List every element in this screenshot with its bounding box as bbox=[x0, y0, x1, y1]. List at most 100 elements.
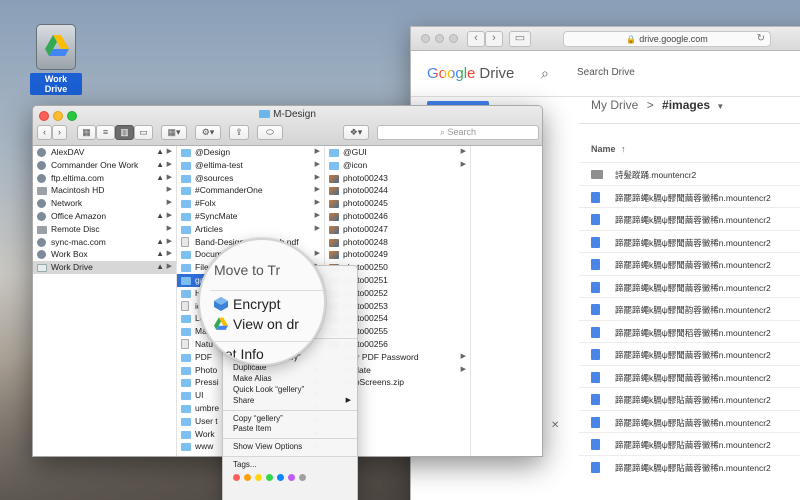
forward-icon[interactable]: › bbox=[52, 125, 67, 140]
menu-item-show-view-options[interactable]: Show View Options bbox=[223, 442, 357, 453]
menu-item-move-to-trash[interactable]: Move to Tr bbox=[214, 262, 280, 278]
table-row[interactable]: 蹄罷蹄蠅k膈ψ髎貼繭蓉黴稀n.mountencr2 bbox=[579, 409, 800, 433]
tag-color-dot[interactable] bbox=[288, 473, 295, 481]
menu-item[interactable]: Quick Look “gellery” bbox=[223, 385, 357, 396]
table-row[interactable]: 蹄罷蹄蠅k膈ψ髎聞繭蓉黴稀n.mountencr2 bbox=[579, 252, 800, 275]
tag-color-dot[interactable] bbox=[299, 473, 306, 481]
menu-item[interactable]: Duplicate bbox=[223, 363, 357, 374]
share-icon[interactable]: ⇪ bbox=[229, 125, 249, 140]
tag-color-dot[interactable] bbox=[255, 473, 262, 481]
sidebar-item[interactable]: ftp.eltima.com ▲ ▶ bbox=[33, 172, 176, 185]
breadcrumb-current[interactable]: #images bbox=[662, 98, 710, 112]
list-item[interactable]: photo00247 bbox=[325, 223, 470, 236]
minimize-button[interactable] bbox=[435, 34, 444, 43]
arrange-icon[interactable]: ▦▾ bbox=[161, 125, 187, 140]
back-icon[interactable]: ‹ bbox=[37, 125, 52, 140]
search-icon[interactable]: ⌕ bbox=[541, 65, 549, 82]
list-item[interactable]: #CommanderOne ▶ bbox=[177, 184, 324, 197]
list-item[interactable]: photo00245 bbox=[325, 197, 470, 210]
gallery-view-icon[interactable]: ▭ bbox=[134, 125, 153, 140]
folder-icon bbox=[181, 315, 191, 324]
menu-item-get-info[interactable]: Get Info bbox=[214, 346, 264, 362]
list-view-icon[interactable]: ≡ bbox=[96, 125, 115, 140]
menu-item[interactable]: Copy “gellery” bbox=[223, 414, 357, 425]
table-row[interactable]: 蹄罷蹄蠅k膈ψ髎聞繭蓉黴稀n.mountencr2 bbox=[579, 184, 800, 208]
eject-icon[interactable]: ▲ bbox=[156, 159, 164, 172]
sidebar-item[interactable]: Network ▶ bbox=[33, 197, 176, 210]
desktop-work-drive-icon[interactable]: Work Drive bbox=[30, 24, 82, 95]
gear-icon[interactable]: ⚙▾ bbox=[195, 125, 221, 140]
back-icon[interactable]: ‹ bbox=[467, 31, 485, 47]
list-item[interactable]: photo00244 bbox=[325, 184, 470, 197]
tag-icon[interactable]: ⬭ bbox=[257, 125, 283, 140]
search-input[interactable]: ⌕ Search bbox=[377, 125, 539, 140]
tag-color-dot[interactable] bbox=[233, 473, 240, 481]
photo-thumbnail-icon bbox=[329, 187, 339, 196]
list-item[interactable]: photo00243 bbox=[325, 172, 470, 185]
sidebar-item[interactable]: sync-mac.com ▲ ▶ bbox=[33, 236, 176, 249]
forward-icon[interactable]: › bbox=[485, 31, 503, 47]
table-row[interactable]: 蹄罷蹄蠅k膈ψ髎聞繭蓉黴稀n.mountencr2 bbox=[579, 364, 800, 388]
table-row[interactable]: 蹄罷蹄蠅k膈ψ髎聞繭蓉黴稀n.mountencr2 bbox=[579, 274, 800, 298]
list-item[interactable]: @Design ▶ bbox=[177, 146, 324, 159]
eject-icon[interactable]: ▲ bbox=[156, 146, 164, 159]
menu-item[interactable]: Make Alias bbox=[223, 374, 357, 385]
sidebar-item[interactable]: Remote Disc ▶ bbox=[33, 223, 176, 236]
sidebar-item[interactable]: Macintosh HD ▶ bbox=[33, 184, 176, 197]
icon-view-icon[interactable]: ▦ bbox=[77, 125, 96, 140]
menu-item-view-on-drive[interactable]: View on dr bbox=[214, 316, 299, 332]
menu-item[interactable]: Paste Item bbox=[223, 424, 357, 435]
sidebar-item[interactable]: Work Box ▲ ▶ bbox=[33, 248, 176, 261]
table-row[interactable]: 蹄罷蹄蠅k膈ψ髎貼繭蓉黴稀n.mountencr2 bbox=[579, 432, 800, 455]
list-item[interactable]: photo00248 bbox=[325, 236, 470, 249]
table-row[interactable]: 蹄罷蹄蠅k膈ψ髎聞繭蓉黴稀n.mountencr2 bbox=[579, 229, 800, 253]
list-item[interactable]: @eltima-test ▶ bbox=[177, 159, 324, 172]
item-label: #SyncMate bbox=[195, 210, 238, 221]
sidebar-item[interactable]: Office Amazon ▲ ▶ bbox=[33, 210, 176, 223]
eject-icon[interactable]: ▲ bbox=[156, 248, 164, 261]
list-item[interactable]: Articles ▶ bbox=[177, 223, 324, 236]
table-row[interactable]: 蹄罷蹄蠅k膈ψ髎貼繭蓉黴稀n.mountencr2 bbox=[579, 387, 800, 410]
tag-color-dot[interactable] bbox=[244, 473, 251, 481]
column-view-icon[interactable]: ▥ bbox=[115, 125, 134, 140]
sidebar-item[interactable]: Commander One Work ▲ ▶ bbox=[33, 159, 176, 172]
drive-search-input[interactable]: Search Drive bbox=[577, 67, 635, 78]
zoom-button[interactable] bbox=[449, 34, 458, 43]
table-row[interactable]: 蹄罷蹄蠅k膈ψ髎聞繭蓉黴稀n.mountencr2 bbox=[579, 342, 800, 365]
eject-icon[interactable]: ▲ bbox=[156, 236, 164, 249]
address-bar[interactable]: 🔒 drive.google.com ↻ bbox=[563, 31, 771, 47]
eject-icon[interactable]: ▲ bbox=[156, 210, 164, 223]
list-item[interactable]: @GUI ▶ bbox=[325, 146, 470, 159]
google-drive-logo[interactable]: Google Drive bbox=[427, 65, 514, 82]
table-row[interactable]: 蹄罷蹄蠅k膈ψ髎聞繭蓉黴稀n.mountencr2 bbox=[579, 207, 800, 230]
close-icon[interactable]: ✕ bbox=[551, 420, 559, 431]
close-button[interactable] bbox=[421, 34, 430, 43]
list-item[interactable]: photo00249 bbox=[325, 248, 470, 261]
name-column-header[interactable]: Name ↑ bbox=[591, 144, 626, 154]
reload-icon[interactable]: ↻ bbox=[757, 32, 765, 46]
folder-icon bbox=[329, 149, 339, 157]
menu-item-share[interactable]: Share ▶ bbox=[223, 396, 357, 407]
sidebar-item[interactable]: AlexDAV ▲ ▶ bbox=[33, 146, 176, 159]
tag-color-dot[interactable] bbox=[277, 473, 284, 481]
tag-color-dot[interactable] bbox=[266, 473, 273, 481]
menu-item-encrypt[interactable]: Encrypt bbox=[214, 296, 280, 312]
list-item[interactable]: #Folx ▶ bbox=[177, 197, 324, 210]
list-item[interactable]: @sources ▶ bbox=[177, 172, 324, 185]
chevron-down-icon[interactable]: ▼ bbox=[716, 102, 724, 111]
breadcrumb-my-drive[interactable]: My Drive bbox=[591, 98, 638, 112]
table-row[interactable]: 詩髪蹤踊.mountencr2 bbox=[579, 162, 800, 185]
sidebar-toggle-icon[interactable]: ▭ bbox=[509, 31, 531, 47]
sort-arrow-up-icon[interactable]: ↑ bbox=[621, 144, 626, 154]
eject-icon[interactable]: ▲ bbox=[156, 172, 164, 185]
dropbox-icon[interactable]: ❖▾ bbox=[343, 125, 369, 140]
list-item[interactable]: #SyncMate ▶ bbox=[177, 210, 324, 223]
list-item[interactable]: @icon ▶ bbox=[325, 159, 470, 172]
list-item[interactable]: photo00246 bbox=[325, 210, 470, 223]
table-row[interactable]: 蹄罷蹄蠅k膈ψ髎聞稻蓉黴稀n.mountencr2 bbox=[579, 319, 800, 343]
table-row[interactable]: 蹄罷蹄蠅k膈ψ髎聞韵蓉黴稀n.mountencr2 bbox=[579, 297, 800, 320]
eject-icon[interactable]: ▲ bbox=[156, 261, 164, 274]
menu-item-tags[interactable]: Tags... bbox=[223, 460, 357, 471]
sidebar-item[interactable]: Work Drive ▲ ▶ bbox=[33, 261, 176, 274]
table-row[interactable]: 蹄罷蹄蠅k膈ψ髎貼繭蓉黴稀n.mountencr2 bbox=[579, 454, 800, 478]
